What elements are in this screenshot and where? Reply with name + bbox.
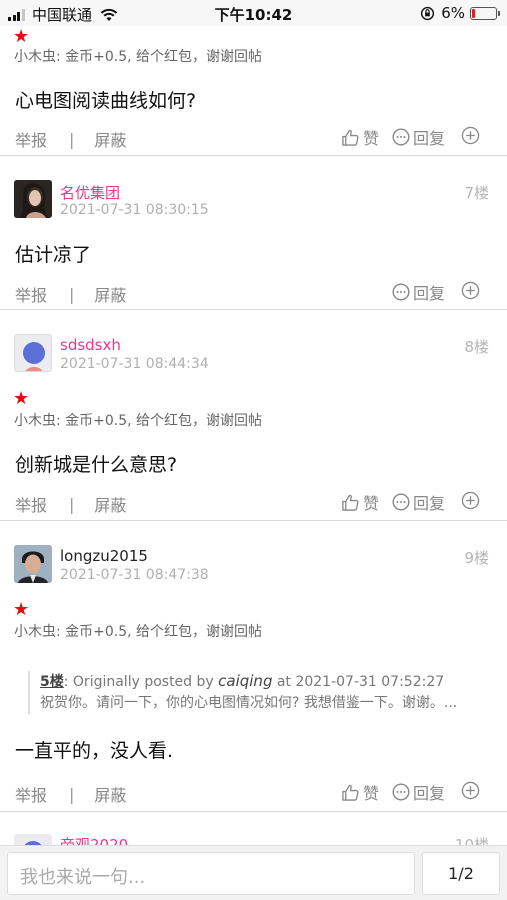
quote-author: caiqing: [218, 672, 273, 690]
post-content: 一直平的，没人看.: [15, 740, 174, 762]
reward-text: 小木虫: 金币+0.5, 给个红包，谢谢回帖: [14, 413, 263, 429]
reply-label: 回复: [413, 129, 446, 148]
post-content: 心电图阅读曲线如何?: [15, 90, 197, 112]
post-actions-left: 举报 | 屏蔽: [15, 782, 126, 806]
quoted-post: 5楼: Originally posted by caiqing at 2021…: [28, 671, 490, 714]
reply-label: 回复: [413, 784, 446, 803]
reply-button[interactable]: 回复: [392, 280, 445, 304]
action-separator: |: [69, 284, 75, 304]
page-indicator[interactable]: 1/2: [422, 852, 500, 895]
status-bar: 中国联通 下午10:42 6%: [0, 0, 507, 26]
reply-post: sdsdsxh 2021-07-31 08:44:34 8楼 ★ 小木虫: 金币…: [0, 310, 507, 520]
username[interactable]: sdsdsxh: [60, 336, 121, 354]
star-icon: ★: [13, 26, 30, 47]
action-separator: |: [69, 129, 75, 149]
like-label: 赞: [363, 784, 380, 803]
username[interactable]: 名优集团: [60, 182, 120, 203]
reply-post: 帝观2020 10楼: [0, 812, 507, 846]
like-button[interactable]: 赞: [341, 780, 379, 804]
reply-post: longzu2015 2021-07-31 08:47:38 9楼 ★ 小木虫:…: [0, 521, 507, 811]
reply-label: 回复: [413, 284, 446, 303]
post-actions-left: 举报 | 屏蔽: [15, 282, 126, 306]
like-button[interactable]: 赞: [341, 125, 379, 149]
floor-number: 7楼: [464, 184, 489, 202]
quote-header: 5楼: Originally posted by caiqing at 2021…: [40, 671, 490, 693]
reply-bubble-icon: [392, 783, 410, 801]
username[interactable]: longzu2015: [60, 547, 148, 565]
reply-button[interactable]: 回复: [392, 125, 445, 149]
like-label: 赞: [363, 494, 380, 513]
plus-circle-icon[interactable]: [461, 126, 480, 145]
post-timestamp: 2021-07-31 08:30:15: [60, 202, 209, 218]
battery-percent: 6%: [441, 4, 465, 22]
orientation-lock-icon: [421, 6, 435, 20]
plus-circle-icon[interactable]: [461, 781, 480, 800]
post-actions-left: 举报 | 屏蔽: [15, 492, 126, 516]
action-separator: |: [69, 784, 75, 804]
block-link[interactable]: 屏蔽: [94, 127, 126, 151]
reply-button[interactable]: 回复: [392, 780, 445, 804]
plus-circle-icon[interactable]: [461, 281, 480, 300]
report-link[interactable]: 举报: [15, 782, 47, 806]
thumbs-up-icon: [342, 129, 359, 146]
action-separator: |: [69, 494, 75, 514]
star-icon: ★: [13, 599, 30, 620]
like-button[interactable]: 赞: [341, 490, 379, 514]
quote-floor-link[interactable]: 5楼: [40, 674, 64, 690]
reply-bubble-icon: [392, 128, 410, 146]
quote-prefix: : Originally posted by: [63, 674, 214, 690]
quote-timestamp: at 2021-07-31 07:52:27: [276, 674, 445, 690]
like-label: 赞: [363, 129, 380, 148]
comment-input[interactable]: 我也来说一句...: [7, 852, 415, 895]
post-timestamp: 2021-07-31 08:44:34: [60, 356, 209, 372]
star-icon: ★: [13, 388, 30, 409]
avatar[interactable]: [14, 334, 52, 372]
comment-bar: 我也来说一句... 1/2: [0, 845, 507, 900]
report-link[interactable]: 举报: [15, 127, 47, 151]
post-actions-left: 举报 | 屏蔽: [15, 127, 126, 151]
reply-bubble-icon: [392, 283, 410, 301]
block-link[interactable]: 屏蔽: [94, 282, 126, 306]
status-right: 6%: [420, 4, 500, 22]
report-link[interactable]: 举报: [15, 492, 47, 516]
post-content: 估计凉了: [15, 244, 92, 266]
battery-icon: [470, 6, 500, 20]
floor-number: 9楼: [464, 549, 489, 567]
reward-text: 小木虫: 金币+0.5, 给个红包，谢谢回帖: [14, 49, 263, 65]
reply-label: 回复: [413, 494, 446, 513]
avatar[interactable]: [14, 545, 52, 583]
block-link[interactable]: 屏蔽: [94, 782, 126, 806]
post-timestamp: 2021-07-31 08:47:38: [60, 567, 209, 583]
reply-post: 名优集团 2021-07-31 08:30:15 7楼 估计凉了 举报 | 屏蔽…: [0, 156, 507, 309]
quote-text: 祝贺你。请问一下，你的心电图情况如何? 我想借鉴一下。谢谢。...: [40, 695, 458, 711]
reply-button[interactable]: 回复: [392, 490, 445, 514]
post-content: 创新城是什么意思?: [15, 454, 178, 476]
thumbs-up-icon: [342, 494, 359, 511]
reply-post: ★ 小木虫: 金币+0.5, 给个红包，谢谢回帖 心电图阅读曲线如何? 举报 |…: [0, 26, 507, 156]
thumbs-up-icon: [342, 784, 359, 801]
plus-circle-icon[interactable]: [461, 491, 480, 510]
reply-bubble-icon: [392, 493, 410, 511]
avatar[interactable]: [14, 180, 52, 218]
report-link[interactable]: 举报: [15, 282, 47, 306]
reward-text: 小木虫: 金币+0.5, 给个红包，谢谢回帖: [14, 624, 263, 640]
block-link[interactable]: 屏蔽: [94, 492, 126, 516]
floor-number: 8楼: [464, 338, 489, 356]
